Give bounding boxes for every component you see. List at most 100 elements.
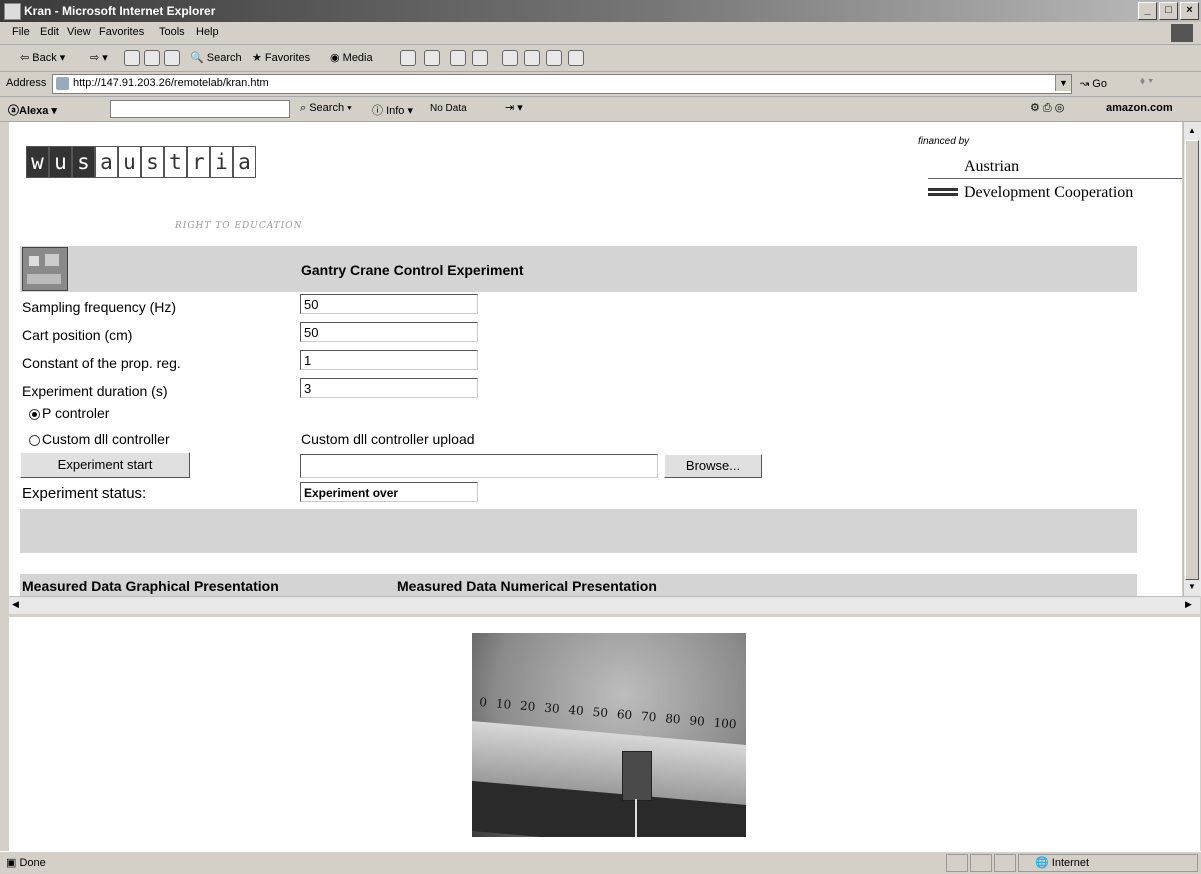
- scroll-up-icon[interactable]: ▲: [1188, 126, 1196, 135]
- video-frame: 0 10 20 30 40 50 60 70 80 90 100: [9, 614, 1200, 853]
- window-titlebar: Kran - Microsoft Internet Explorer _ □ ×: [0, 0, 1201, 22]
- page-title: Gantry Crane Control Experiment: [301, 262, 524, 278]
- crane-cart: [622, 751, 652, 801]
- logo-letter: r: [187, 146, 210, 178]
- research-icon[interactable]: [524, 50, 540, 66]
- page-content: w u s a u s t r i a RIGHT TO EDUCATION f…: [9, 122, 1182, 596]
- address-input[interactable]: http://147.91.203.26/remotelab/kran.htm …: [52, 74, 1072, 94]
- menu-file[interactable]: File: [12, 26, 30, 38]
- experiment-duration-label: Experiment duration (s): [22, 383, 168, 399]
- internet-zone: 🌐 Internet: [1035, 857, 1090, 869]
- logo-letter: w: [26, 146, 49, 178]
- discuss-icon[interactable]: [502, 50, 518, 66]
- alexa-toolbar: ⓐAlexa ▾ ⌕ Search ▾ ⓘ Info ▾ No Data ⇥ ▾…: [0, 97, 1201, 122]
- status-bar-area: [20, 509, 1137, 553]
- media-button[interactable]: ◉ Media: [330, 51, 373, 64]
- browse-button[interactable]: Browse...: [664, 454, 762, 478]
- home-icon[interactable]: [164, 50, 180, 66]
- cart-position-input[interactable]: 50: [300, 322, 478, 342]
- links-icon[interactable]: ⬧ ▾: [1140, 75, 1153, 88]
- logo-tagline: RIGHT TO EDUCATION: [175, 221, 303, 231]
- maximize-button[interactable]: □: [1159, 2, 1178, 20]
- custom-dll-label: Custom dll controller: [42, 431, 170, 447]
- ie-icon: [4, 3, 21, 20]
- favorites-button[interactable]: ★ Favorites: [252, 51, 310, 64]
- search-button[interactable]: 🔍 Search: [190, 51, 242, 64]
- go-button[interactable]: ↝ Go: [1080, 77, 1107, 90]
- menu-edit[interactable]: Edit: [40, 26, 59, 38]
- print-icon[interactable]: [450, 50, 466, 66]
- menu-help[interactable]: Help: [196, 26, 219, 38]
- crane-camera-image: 0 10 20 30 40 50 60 70 80 90 100: [472, 633, 746, 837]
- experiment-start-button[interactable]: Experiment start: [20, 452, 190, 478]
- logo-letter: t: [164, 146, 187, 178]
- experiment-header: [20, 246, 1137, 292]
- p-controller-label: P controler: [42, 405, 110, 421]
- scroll-right-icon[interactable]: ▶: [1185, 599, 1192, 610]
- window-title: Kran - Microsoft Internet Explorer: [24, 4, 216, 18]
- menu-tools[interactable]: Tools: [159, 26, 185, 38]
- logo-letter: a: [95, 146, 118, 178]
- logo-letter: a: [233, 146, 256, 178]
- forward-button[interactable]: ⇨ ▾: [90, 51, 108, 64]
- adc-mark: [928, 188, 958, 191]
- menu-view[interactable]: View: [67, 26, 91, 38]
- alexa-search-button[interactable]: ⌕ Search ▾: [300, 102, 352, 115]
- cart-position-label: Cart position (cm): [22, 327, 133, 343]
- address-label: Address: [6, 77, 47, 89]
- graphical-presentation-link[interactable]: Measured Data Graphical Presentation: [22, 578, 279, 594]
- zone-panel: 🌐 Internet: [1018, 854, 1198, 872]
- logo-letter: u: [49, 146, 72, 178]
- scroll-down-icon[interactable]: ▼: [1188, 582, 1196, 591]
- refresh-icon[interactable]: [144, 50, 160, 66]
- history-icon[interactable]: [400, 50, 416, 66]
- adc-mark: [928, 193, 958, 196]
- status-label: Experiment status:: [22, 485, 147, 502]
- edit-icon[interactable]: [472, 50, 488, 66]
- alexa-tools-icon[interactable]: ⚙ ⎙ ◎: [1030, 101, 1064, 115]
- amazon-link[interactable]: amazon.com: [1106, 102, 1173, 114]
- mail-icon[interactable]: [424, 50, 440, 66]
- standard-toolbar: ⇦ Back ▾ ⇨ ▾ 🔍 Search ★ Favorites ◉ Medi…: [0, 45, 1201, 72]
- adc-line2: Development Cooperation: [964, 184, 1134, 201]
- experiment-duration-input[interactable]: 3: [300, 378, 478, 398]
- windows-logo-icon: [1171, 24, 1193, 42]
- messenger-icon[interactable]: [546, 50, 562, 66]
- alexa-logo[interactable]: ⓐAlexa ▾: [8, 102, 57, 118]
- back-button[interactable]: ⇦ Back ▾: [20, 51, 65, 64]
- menu-bar: File Edit View Favorites Tools Help: [0, 22, 1201, 45]
- dll-file-input[interactable]: [300, 454, 658, 478]
- logo-letter: s: [72, 146, 95, 178]
- sampling-frequency-input[interactable]: 50: [300, 294, 478, 314]
- address-bar: Address http://147.91.203.26/remotelab/k…: [0, 72, 1201, 97]
- alexa-nodata: No Data: [430, 103, 467, 114]
- p-controller-radio[interactable]: [29, 409, 40, 420]
- status-output: Experiment over: [300, 482, 478, 502]
- page-icon: [56, 77, 69, 90]
- financed-by: financed by: [918, 136, 970, 147]
- numerical-presentation-link[interactable]: Measured Data Numerical Presentation: [397, 578, 657, 594]
- logo-letter: i: [210, 146, 233, 178]
- logo-letter: s: [141, 146, 164, 178]
- scroll-left-icon[interactable]: ◀: [12, 599, 19, 610]
- adc-line1: Austrian: [964, 158, 1020, 175]
- scroll-thumb[interactable]: [1185, 140, 1199, 580]
- menu-favorites[interactable]: Favorites: [99, 26, 144, 38]
- prop-constant-input[interactable]: 1: [300, 350, 478, 370]
- alexa-arrow-icon[interactable]: ⇥ ▾: [505, 101, 523, 114]
- chat-icon[interactable]: [568, 50, 584, 66]
- alexa-search-input[interactable]: [110, 100, 290, 118]
- minimize-button[interactable]: _: [1138, 2, 1157, 20]
- vertical-scrollbar[interactable]: ▲ ▼: [1183, 122, 1201, 596]
- stop-icon[interactable]: [124, 50, 140, 66]
- adc-divider: [928, 178, 1182, 179]
- prop-constant-label: Constant of the prop. reg.: [22, 355, 181, 371]
- close-button[interactable]: ×: [1180, 2, 1199, 20]
- alexa-info-button[interactable]: ⓘ Info ▾: [372, 102, 413, 118]
- upload-label: Custom dll controller upload: [301, 431, 475, 447]
- horizontal-scrollbar[interactable]: ◀ ▶: [9, 596, 1200, 614]
- custom-dll-radio[interactable]: [29, 435, 40, 446]
- status-done: ▣ Done: [6, 857, 46, 869]
- sampling-frequency-label: Sampling frequency (Hz): [22, 299, 177, 315]
- address-dropdown-icon[interactable]: ▼: [1055, 75, 1071, 91]
